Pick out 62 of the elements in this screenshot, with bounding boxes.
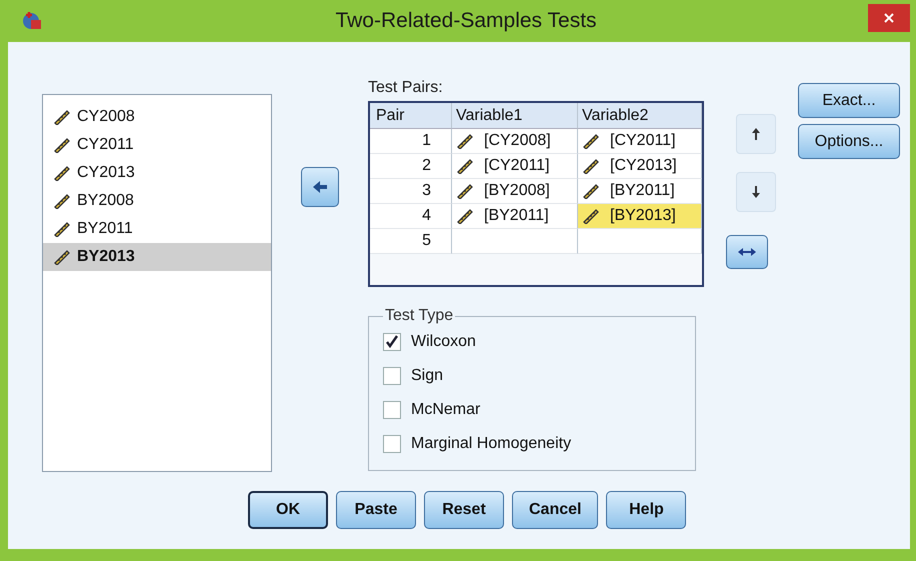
dialog-button[interactable]: Exact...	[798, 83, 900, 118]
ruler-icon	[456, 133, 474, 149]
variable-item[interactable]: BY2008	[43, 187, 271, 215]
checkbox-option[interactable]: Marginal Homogeneity	[383, 433, 681, 455]
checkbox-option[interactable]: McNemar	[383, 399, 681, 421]
left-arrow-icon	[312, 180, 328, 194]
variable-item[interactable]: CY2011	[43, 131, 271, 159]
ruler-icon	[456, 183, 474, 199]
dialog-button[interactable]: Cancel	[512, 491, 598, 529]
table-cell[interactable]: [BY2011]	[578, 179, 702, 204]
table-cell[interactable]: [CY2011]	[578, 129, 702, 154]
table-cell[interactable]: [BY2013]	[578, 204, 702, 229]
test-pairs-label: Test Pairs:	[368, 79, 444, 98]
table-cell: 3	[370, 179, 452, 204]
table-cell[interactable]: [CY2008]	[452, 129, 578, 154]
checkbox-option[interactable]: Sign	[383, 365, 681, 387]
ruler-icon	[53, 193, 71, 209]
table-cell[interactable]: [BY2008]	[452, 179, 578, 204]
checkbox[interactable]	[383, 367, 401, 385]
table-cell: 5	[370, 229, 452, 254]
up-arrow-icon	[751, 127, 761, 141]
ruler-icon	[53, 109, 71, 125]
move-button[interactable]	[301, 167, 339, 207]
table-cell[interactable]: [CY2013]	[578, 154, 702, 179]
checkbox[interactable]	[383, 435, 401, 453]
checkbox[interactable]	[383, 333, 401, 351]
ruler-icon	[582, 133, 600, 149]
group-title: Test Type	[384, 307, 454, 325]
dialog-button[interactable]: Help	[606, 491, 686, 529]
close-button[interactable]	[868, 4, 910, 32]
swap-button[interactable]	[726, 235, 768, 269]
variable-item[interactable]: BY2011	[43, 215, 271, 243]
app-icon	[22, 11, 42, 31]
table-cell: 2	[370, 154, 452, 179]
table-cell[interactable]	[578, 229, 702, 254]
ruler-icon	[53, 249, 71, 265]
ruler-icon	[456, 208, 474, 224]
ruler-icon	[53, 165, 71, 181]
table-cell: 1	[370, 129, 452, 154]
table-cell: 4	[370, 204, 452, 229]
table-cell[interactable]	[452, 229, 578, 254]
checkbox[interactable]	[383, 401, 401, 419]
variable-item[interactable]: CY2013	[43, 159, 271, 187]
window-title: Two-Related-Samples Tests	[334, 9, 598, 33]
ruler-icon	[582, 208, 600, 224]
variable-item[interactable]: CY2008	[43, 103, 271, 131]
checkbox-option[interactable]: Wilcoxon	[383, 331, 681, 353]
ruler-icon	[53, 137, 71, 153]
dialog-button[interactable]: Reset	[424, 491, 504, 529]
down-arrow-icon	[751, 185, 761, 199]
dialog-button[interactable]: Options...	[798, 124, 900, 159]
ruler-icon	[53, 221, 71, 237]
ruler-icon	[582, 158, 600, 174]
dialog-button[interactable]: Paste	[336, 491, 416, 529]
ruler-icon	[582, 183, 600, 199]
ruler-icon	[456, 158, 474, 174]
variable-item[interactable]: BY2013	[43, 243, 271, 271]
table-cell[interactable]: [CY2011]	[452, 154, 578, 179]
table-cell[interactable]: [BY2011]	[452, 204, 578, 229]
close-icon	[884, 13, 894, 23]
swap-arrow-icon	[737, 247, 757, 257]
dialog-button[interactable]: OK	[248, 491, 328, 529]
